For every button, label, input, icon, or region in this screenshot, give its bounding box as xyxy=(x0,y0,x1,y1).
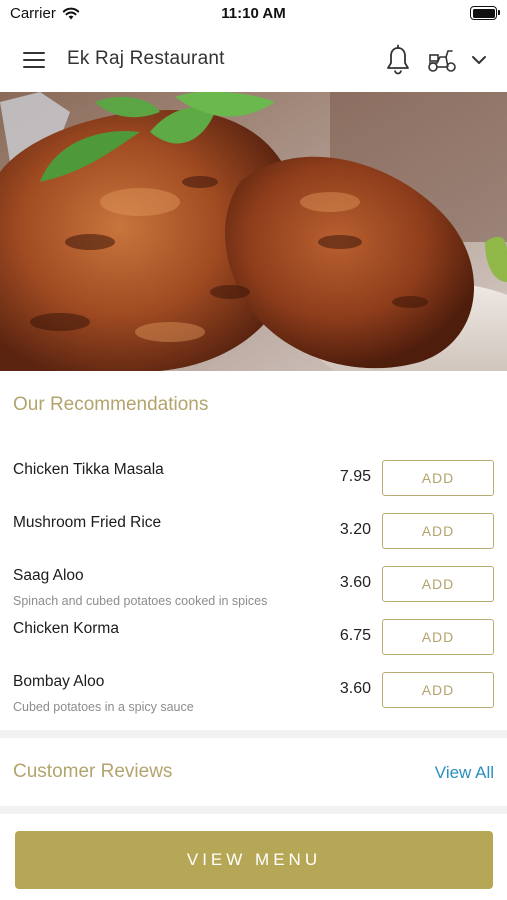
add-button[interactable]: ADD xyxy=(382,672,494,708)
recommendations-heading: Our Recommendations xyxy=(13,394,209,415)
item-price: 3.60 xyxy=(339,574,371,591)
item-price: 7.95 xyxy=(339,468,371,485)
battery-level xyxy=(472,8,495,18)
chevron-down-icon[interactable] xyxy=(468,50,490,70)
app-header: Ek Raj Restaurant xyxy=(0,28,507,92)
list-item: Bombay Aloo Cubed potatoes in a spicy sa… xyxy=(0,662,507,715)
hero-food-image xyxy=(0,92,507,371)
status-time: 11:10 AM xyxy=(221,5,286,22)
item-description: Cubed potatoes in a spicy sauce xyxy=(13,700,194,714)
item-name: Chicken Tikka Masala xyxy=(13,461,164,478)
recommendations-list: Chicken Tikka Masala 7.95 ADD Mushroom F… xyxy=(0,450,507,715)
item-name: Chicken Korma xyxy=(13,620,119,637)
list-item: Chicken Korma 6.75 ADD xyxy=(0,609,507,662)
add-button[interactable]: ADD xyxy=(382,619,494,655)
bell-icon[interactable] xyxy=(384,44,412,76)
list-item: Saag Aloo Spinach and cubed potatoes coo… xyxy=(0,556,507,609)
view-menu-button[interactable]: VIEW MENU xyxy=(15,831,493,889)
add-button[interactable]: ADD xyxy=(382,460,494,496)
item-price: 3.60 xyxy=(339,680,371,697)
item-name: Mushroom Fried Rice xyxy=(13,514,162,531)
add-button[interactable]: ADD xyxy=(382,513,494,549)
tandoori-chicken-photo xyxy=(0,92,507,371)
battery-icon xyxy=(470,6,500,20)
list-item: Mushroom Fried Rice 3.20 ADD xyxy=(0,503,507,556)
scooter-icon[interactable] xyxy=(426,45,458,75)
item-name: Saag Aloo xyxy=(13,567,84,584)
add-button[interactable]: ADD xyxy=(382,566,494,602)
section-divider xyxy=(0,730,507,738)
bottom-action-bar: VIEW MENU xyxy=(0,816,507,900)
hamburger-menu-icon[interactable] xyxy=(18,46,50,74)
list-item: Chicken Tikka Masala 7.95 ADD xyxy=(0,450,507,503)
item-name: Bombay Aloo xyxy=(13,673,105,690)
section-divider xyxy=(0,806,507,814)
reviews-heading: Customer Reviews xyxy=(13,761,173,782)
status-bar: Carrier 11:10 AM xyxy=(0,0,507,28)
item-price: 6.75 xyxy=(339,627,371,644)
item-description: Spinach and cubed potatoes cooked in spi… xyxy=(13,594,268,608)
item-price: 3.20 xyxy=(339,521,371,538)
view-all-reviews-link[interactable]: View All xyxy=(435,763,494,783)
restaurant-title: Ek Raj Restaurant xyxy=(67,48,225,69)
